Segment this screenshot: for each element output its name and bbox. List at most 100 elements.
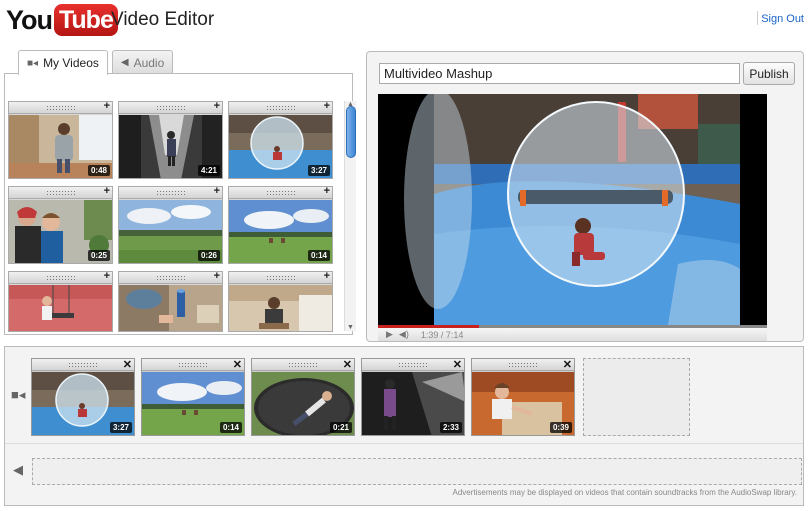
drag-handle[interactable]: +	[119, 100, 222, 114]
project-title-input[interactable]	[379, 63, 740, 84]
video-player[interactable]	[378, 94, 767, 325]
duration-badge: 4:21	[197, 165, 220, 176]
video-thumbnail[interactable]: +	[8, 270, 113, 332]
play-icon[interactable]: ▶	[386, 329, 393, 340]
page-title: Video Editor	[111, 9, 215, 30]
grip-icon	[265, 105, 296, 110]
tab-audio[interactable]: ◀ Audio	[111, 50, 174, 74]
timeline-clip[interactable]: ✕ 0:39	[471, 358, 575, 436]
remove-icon[interactable]: ✕	[343, 358, 352, 371]
drag-handle[interactable]: ✕	[362, 359, 464, 371]
add-icon[interactable]: +	[324, 185, 330, 197]
preview-panel: Publish	[366, 51, 804, 342]
drag-handle[interactable]: ✕	[472, 359, 574, 371]
tab-label: My Videos	[43, 56, 99, 70]
speaker-icon: ◀	[120, 57, 129, 68]
video-thumbnail[interactable]: + 3:27	[228, 100, 333, 179]
grip-icon	[288, 362, 318, 367]
library-scrollbar[interactable]: ▲ ▼	[344, 101, 356, 331]
scroll-down-icon[interactable]: ▼	[347, 324, 354, 331]
scrollbar-thumb[interactable]	[346, 106, 356, 158]
video-thumbnail[interactable]: + 0:48	[8, 100, 113, 179]
timeline-clip[interactable]: ✕ 0:14	[141, 358, 245, 436]
player-controls: ▶ ◀) 1:39 / 7:14	[378, 328, 767, 341]
remove-icon[interactable]: ✕	[453, 358, 462, 371]
duration-badge: 3:27	[307, 165, 330, 176]
add-icon[interactable]: +	[324, 100, 330, 112]
grip-icon	[155, 275, 186, 280]
video-thumbnail[interactable]: + 0:26	[118, 185, 223, 264]
duration-badge: 0:48	[87, 165, 110, 176]
add-icon[interactable]: +	[214, 270, 220, 282]
timeline-clip[interactable]: ✕ 3:27	[31, 358, 135, 436]
duration-badge: 2:33	[439, 422, 462, 433]
video-track-icon: ■◂	[11, 387, 26, 402]
remove-icon[interactable]: ✕	[233, 358, 242, 371]
grip-icon	[265, 275, 296, 280]
duration-badge: 0:26	[197, 250, 220, 261]
video-thumbnail[interactable]: +	[228, 270, 333, 332]
grip-icon	[265, 190, 296, 195]
thumbnail-image	[9, 285, 112, 331]
timeline-clip[interactable]: ✕ 2:33	[361, 358, 465, 436]
grip-icon	[178, 362, 208, 367]
drag-handle[interactable]: ✕	[32, 359, 134, 371]
audio-track-icon: ◀	[13, 462, 23, 477]
grip-icon	[398, 362, 428, 367]
logo-tube-text: Tube	[54, 4, 118, 36]
add-icon[interactable]: +	[104, 100, 110, 112]
track-divider	[5, 443, 803, 444]
video-thumbnail[interactable]: +	[118, 270, 223, 332]
timeline-panel: ■◂ ✕ 3:27 ✕ 0:14 ✕ 0:21 ✕ 2:33 ✕ 0:39 ◀ …	[4, 346, 804, 506]
drag-handle[interactable]: +	[229, 100, 332, 114]
thumbnail-image	[229, 285, 332, 331]
duration-badge: 0:14	[219, 422, 242, 433]
timeline-clip[interactable]: ✕ 0:21	[251, 358, 355, 436]
drag-handle[interactable]: +	[229, 185, 332, 199]
clip-drop-zone[interactable]	[583, 358, 690, 436]
video-thumbnail[interactable]: + 0:25	[8, 185, 113, 264]
tab-my-videos[interactable]: ■◂ My Videos	[18, 50, 108, 75]
add-icon[interactable]: +	[214, 185, 220, 197]
duration-badge: 0:14	[307, 250, 330, 261]
video-thumbnail[interactable]: + 4:21	[118, 100, 223, 179]
drag-handle[interactable]: ✕	[252, 359, 354, 371]
drag-handle[interactable]: ✕	[142, 359, 244, 371]
drag-handle[interactable]: +	[119, 270, 222, 284]
video-frame	[378, 94, 767, 325]
youtube-logo[interactable]: You Tube	[6, 3, 118, 37]
video-library-panel: + 0:48 + 4:21 + 3:27 + 0:25 + 0:26 + 0:1…	[4, 73, 356, 335]
thumbnail-image	[119, 285, 222, 331]
drag-handle[interactable]: +	[9, 270, 112, 284]
audio-drop-zone[interactable]	[32, 458, 802, 485]
duration-badge: 0:25	[87, 250, 110, 261]
grip-icon	[45, 105, 76, 110]
grip-icon	[155, 190, 186, 195]
drag-handle[interactable]: +	[9, 100, 112, 114]
grip-icon	[508, 362, 538, 367]
add-icon[interactable]: +	[104, 185, 110, 197]
add-icon[interactable]: +	[214, 100, 220, 112]
duration-badge: 0:21	[329, 422, 352, 433]
header-divider	[757, 11, 758, 25]
publish-button[interactable]: Publish	[743, 62, 795, 85]
tab-label: Audio	[133, 55, 165, 70]
grip-icon	[45, 275, 76, 280]
drag-handle[interactable]: +	[119, 185, 222, 199]
add-icon[interactable]: +	[104, 270, 110, 282]
duration-badge: 3:27	[109, 422, 132, 433]
drag-handle[interactable]: +	[9, 185, 112, 199]
volume-icon[interactable]: ◀)	[399, 329, 409, 340]
time-display: 1:39 / 7:14	[420, 329, 464, 340]
ads-disclaimer: Advertisements may be displayed on video…	[452, 488, 797, 497]
add-icon[interactable]: +	[324, 270, 330, 282]
logo-you-text: You	[6, 4, 53, 35]
grip-icon	[155, 105, 186, 110]
sign-out-link[interactable]: Sign Out	[761, 13, 804, 25]
camera-icon: ■◂	[27, 57, 39, 69]
remove-icon[interactable]: ✕	[123, 358, 132, 371]
video-thumbnail[interactable]: + 0:14	[228, 185, 333, 264]
grip-icon	[45, 190, 76, 195]
drag-handle[interactable]: +	[229, 270, 332, 284]
remove-icon[interactable]: ✕	[563, 358, 572, 371]
